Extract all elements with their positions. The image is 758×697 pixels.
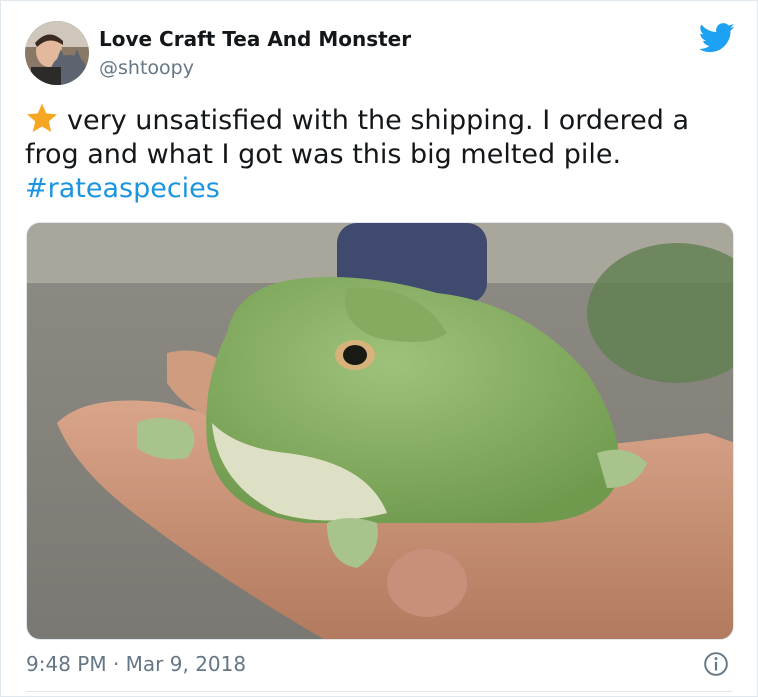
avatar[interactable] bbox=[25, 21, 89, 85]
avatar-image bbox=[25, 21, 89, 85]
twitter-bird-icon[interactable] bbox=[698, 23, 735, 53]
tweet-photo[interactable] bbox=[26, 222, 734, 640]
tweet-card: Love Craft Tea And Monster @shtoopy very… bbox=[0, 0, 758, 697]
author-handle[interactable]: @shtoopy bbox=[99, 57, 194, 79]
hashtag-link[interactable]: #rateaspecies bbox=[25, 173, 220, 204]
tweet-text-line-2: frog and what I got was this big melted … bbox=[25, 139, 622, 170]
star-emoji-icon bbox=[25, 103, 59, 133]
author-display-name[interactable]: Love Craft Tea And Monster bbox=[99, 27, 411, 51]
divider bbox=[26, 691, 732, 692]
tweet-text: very unsatisfied with the shipping. I or… bbox=[25, 103, 725, 206]
tweet-text-line-1: very unsatisfied with the shipping. I or… bbox=[67, 105, 690, 136]
frog-in-hand-image bbox=[27, 223, 733, 639]
tweet-timestamp[interactable]: 9:48 PM · Mar 9, 2018 bbox=[26, 652, 246, 676]
info-icon[interactable] bbox=[703, 651, 729, 677]
